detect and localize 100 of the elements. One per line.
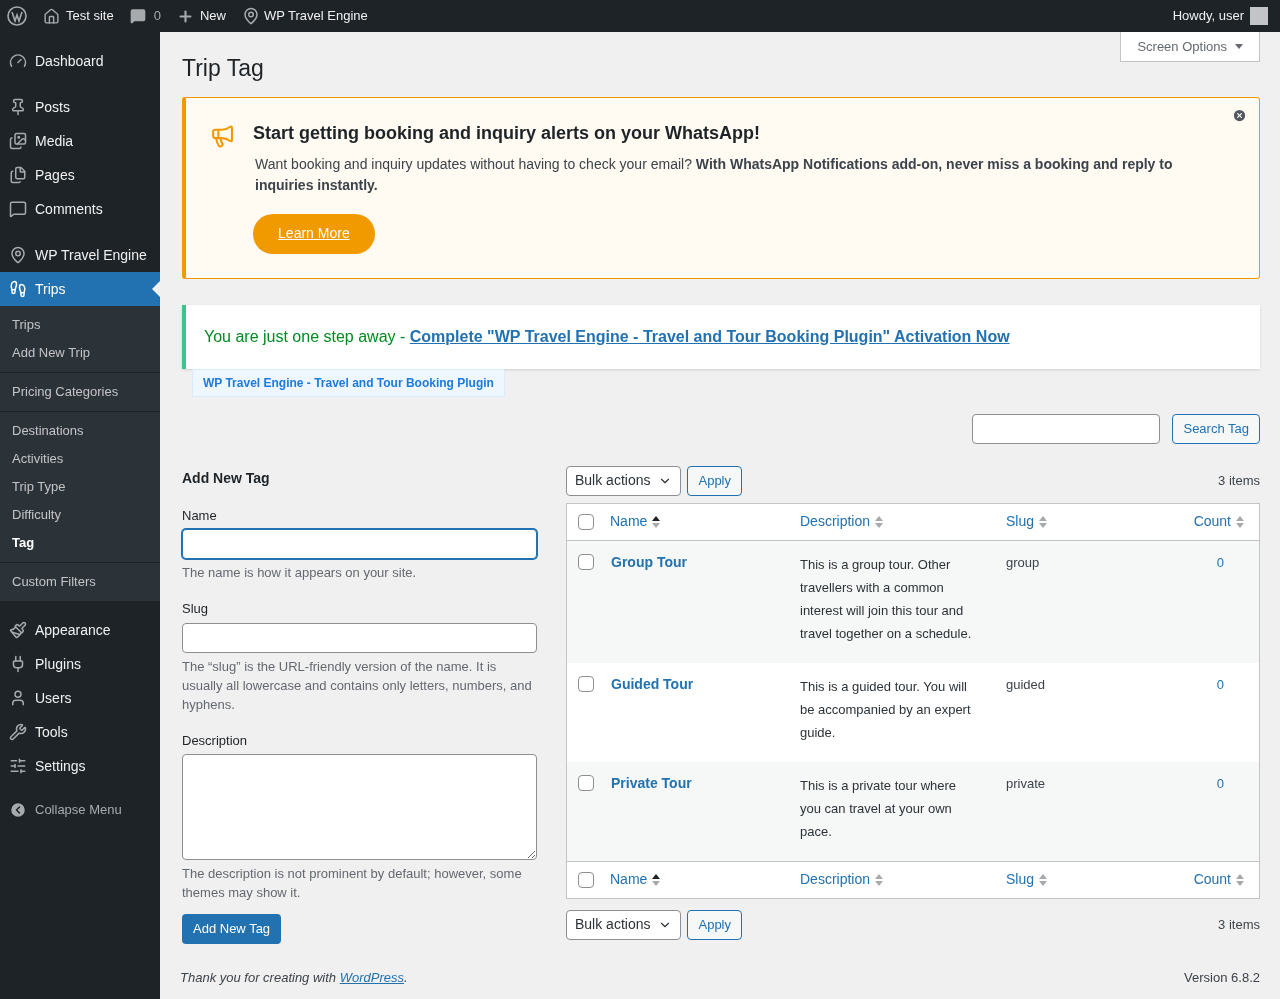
activation-link[interactable]: Complete "WP Travel Engine - Travel and Tour Booking Plugin" Activation Now (409, 327, 1010, 345)
tag-name-link[interactable]: Private Tour (594, 772, 800, 843)
apply-button[interactable]: Apply (687, 909, 742, 940)
images-icon (9, 132, 27, 150)
sidebar-item[interactable]: Appearance (0, 613, 160, 647)
add-new-tag-button[interactable]: Add New Tag (182, 914, 282, 944)
sidebar-item[interactable]: Trips (0, 272, 160, 306)
column-header-link[interactable]: Description (800, 869, 871, 890)
sidebar-item[interactable]: Dashboard (0, 44, 160, 78)
tag-name-link[interactable]: Group Tour (594, 551, 800, 645)
activation-text: You are just one step away - Complete "WP Travel Engine - Travel and Tour Booking Plugin" Activation Now (204, 326, 1010, 347)
items-count: 3 items (1218, 915, 1260, 934)
submenu-item[interactable]: Pricing Categories (0, 378, 160, 406)
column-header-link[interactable]: Name (610, 511, 648, 532)
tag-count-link[interactable]: 0 (1216, 773, 1224, 843)
screen-options-button[interactable]: Screen Options (1120, 32, 1260, 62)
search-tag-button[interactable]: Search Tag (1172, 413, 1260, 444)
submenu-item[interactable]: Difficulty (0, 501, 160, 529)
page-title: Trip Tag (182, 54, 264, 83)
submenu-item[interactable]: Destinations (0, 417, 160, 445)
tag-description: This is a guided tour. You will be accompanied by an expert guide. (800, 677, 972, 742)
column-header-link[interactable]: Slug (1006, 511, 1035, 532)
comments-link[interactable]: 0 (129, 6, 161, 26)
user-icon (9, 689, 27, 707)
column-header-link[interactable]: Count (1193, 511, 1231, 532)
sidebar-item[interactable]: Users (0, 681, 160, 715)
plugin-tag: WP Travel Engine - Travel and Tour Booking Plugin (192, 368, 505, 397)
submenu-item[interactable]: Trip Type (0, 473, 160, 501)
submenu-item[interactable]: Trips (0, 311, 160, 339)
map-pin-icon (241, 7, 260, 25)
speech-bubble-icon (9, 200, 27, 218)
home-icon (43, 7, 60, 25)
description-field[interactable] (182, 754, 537, 860)
column-header-link[interactable]: Slug (1006, 869, 1035, 890)
speech-bubble-icon (129, 8, 146, 24)
collapse-icon (9, 801, 27, 819)
tag-name-link[interactable]: Guided Tour (594, 673, 800, 744)
column-header-link[interactable]: Description (800, 511, 871, 532)
pages-icon (9, 166, 27, 184)
text-field[interactable] (182, 622, 537, 653)
footer-text: Thank you for creating with WordPress. (180, 968, 408, 987)
sidebar-item[interactable]: Plugins (0, 647, 160, 681)
sidebar-item[interactable]: Pages (0, 158, 160, 192)
apply-button[interactable]: Apply (687, 465, 742, 496)
tag-count-link[interactable]: 0 (1216, 552, 1224, 645)
site-link[interactable]: Test site (43, 6, 114, 26)
sidebar-item[interactable]: Comments (0, 192, 160, 226)
sidebar-item[interactable]: Media (0, 124, 160, 158)
sidebar-item[interactable]: Settings (0, 749, 160, 783)
submenu-item[interactable]: Tag (0, 529, 160, 557)
tag-slug: private (1006, 774, 1047, 793)
sidebar-item[interactable]: Posts (0, 90, 160, 124)
collapse-menu-button[interactable]: Collapse Menu (0, 795, 160, 825)
paintbrush-icon (9, 621, 27, 639)
account-link[interactable]: Howdy, user (1172, 6, 1268, 26)
map-pin-icon (9, 246, 27, 264)
row-checkbox[interactable] (578, 553, 594, 570)
field-help: The “slug” is the URL-friendly version of the name. It is usually all lowercase and contains only letters, numbers, and hyphens. (182, 657, 533, 714)
field-help: The description is not prominent by default; however, some themes may show it. (182, 865, 523, 902)
plus-icon (176, 7, 194, 25)
plugin-link[interactable]: WP Travel Engine (241, 6, 368, 26)
row-checkbox[interactable] (578, 675, 594, 692)
submenu-item[interactable]: Activities (0, 445, 160, 473)
wrench-icon (9, 723, 27, 741)
avatar-icon (1250, 7, 1268, 25)
tag-slug: group (1006, 553, 1041, 572)
version-text: Version 6.8.2 (1184, 968, 1260, 987)
row-checkbox[interactable] (578, 774, 594, 791)
tag-description: This is a group tour. Other travellers with a common interest will join this tour and travel together on a schedule. (800, 555, 973, 643)
form-heading: Add New Tag (182, 468, 271, 488)
pin-icon (9, 98, 27, 116)
gauge-icon (9, 52, 27, 70)
submenu-item[interactable]: Custom Filters (0, 568, 160, 596)
new-link[interactable]: New (176, 6, 226, 26)
text-field[interactable] (182, 529, 537, 559)
sliders-icon (9, 757, 27, 775)
tag-slug: guided (1006, 675, 1047, 694)
column-header-link[interactable]: Count (1193, 869, 1231, 890)
submenu-item[interactable]: Add New Trip (0, 339, 160, 367)
sidebar-item[interactable]: WP Travel Engine (0, 238, 160, 272)
field-label: Slug (182, 600, 210, 618)
sidebar-item[interactable]: Tools (0, 715, 160, 749)
tag-count-link[interactable]: 0 (1216, 674, 1224, 744)
column-header-link[interactable]: Name (610, 869, 648, 890)
current-menu-pointer (152, 281, 160, 297)
bulk-actions-dropdown[interactable]: Bulk actions (566, 909, 682, 940)
select-all-checkbox[interactable] (578, 871, 594, 888)
select-all-checkbox[interactable] (578, 513, 594, 530)
close-icon[interactable] (1232, 107, 1247, 123)
bulk-actions-dropdown[interactable]: Bulk actions (566, 465, 682, 496)
items-count: 3 items (1218, 471, 1260, 490)
notice-text: Want booking and inquiry updates without having to check your email? With WhatsApp Notifications add-on, never miss a booking and reply to inquiries instantly. (255, 154, 1174, 195)
notice-heading: Start getting booking and inquiry alerts on your WhatsApp! (253, 121, 762, 145)
tag-description: This is a private tour where you can travel at your own pace. (800, 776, 958, 841)
field-help: The name is how it appears on your site. (182, 564, 418, 582)
field-label: Name (182, 506, 218, 525)
wordpress-link[interactable]: WordPress (339, 969, 404, 985)
field-label: Description (182, 731, 249, 750)
search-field[interactable] (972, 413, 1161, 444)
logo-icon[interactable] (7, 6, 27, 26)
